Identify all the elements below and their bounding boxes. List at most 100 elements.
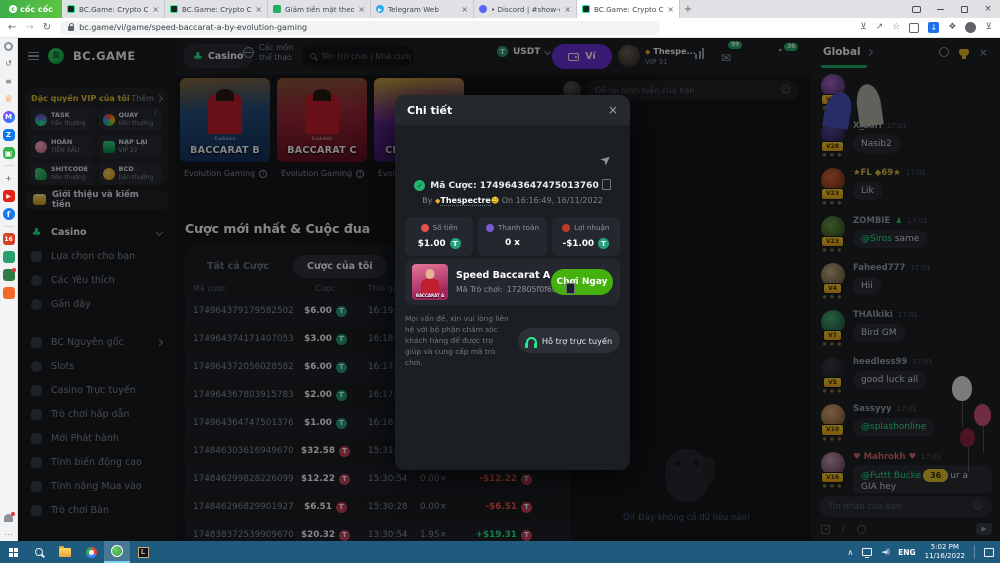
live-support-button[interactable]: Hỗ trợ trực tuyến [518, 328, 620, 353]
shopping-icon[interactable] [3, 287, 15, 299]
chrome-icon[interactable] [78, 541, 104, 563]
browser-tab[interactable]: BC.Game: Crypto Casino Gan× [165, 0, 268, 18]
usdt-coin-icon: T [450, 238, 461, 249]
close-modal-icon[interactable]: × [608, 103, 618, 117]
share-bet-icon[interactable]: ➤ [598, 151, 616, 170]
bet-author-row: By ◆Thespectre☻ On 16:16:49, 16/11/2022 [395, 196, 630, 205]
profit-icon [562, 224, 570, 232]
start-button[interactable] [0, 541, 26, 563]
new-tab-button[interactable]: + [680, 0, 696, 18]
network-icon[interactable] [862, 548, 872, 556]
coccoc-menu-button[interactable]: ccốc cốc [0, 0, 62, 18]
action-center-icon[interactable] [984, 548, 994, 557]
close-tab-icon[interactable]: × [564, 5, 571, 14]
bcgame-page: B BC.GAME Đặc quyền VIP của tôi Thêm TAS… [18, 38, 1000, 541]
hidden-icons-chevron[interactable]: ∧ [847, 548, 853, 557]
browser-tab-active[interactable]: BC.Game: Crypto Casino Gan× [577, 0, 680, 18]
youtube-icon[interactable]: ▶ [3, 190, 15, 202]
add-shortcut-icon[interactable]: + [3, 172, 15, 184]
minimize-button[interactable] [928, 0, 952, 18]
browser-tab[interactable]: • Discord | #show-off-you× [474, 0, 577, 18]
history-icon[interactable]: ↺ [3, 57, 15, 69]
maximize-button[interactable] [952, 0, 976, 18]
close-tab-icon[interactable]: × [152, 5, 159, 14]
reading-list-icon[interactable]: ≡ [3, 75, 15, 87]
play-now-button[interactable]: Chơi Ngay [551, 269, 613, 295]
close-window-button[interactable]: × [976, 0, 1000, 18]
calendar-icon[interactable]: 16 [3, 233, 15, 245]
bcgame-favicon [170, 5, 178, 13]
profile-avatar-icon[interactable] [965, 22, 976, 33]
modal-title: Chi tiết [407, 104, 452, 117]
messenger-icon[interactable]: M [3, 111, 15, 123]
coccoc-taskbar-icon[interactable] [104, 541, 130, 563]
divider [4, 165, 14, 166]
address-bar-icons: ⊻ ↗ ☆ ↓ ❖ ⊻ [860, 22, 992, 33]
bookmark-star-icon[interactable]: ☆ [892, 23, 900, 32]
headset-icon [526, 337, 537, 345]
download-manager-icon[interactable]: ↓ [928, 22, 939, 33]
bet-details-modal: Chi tiết × ➤ ✓ Mã Cược: 1749643647475013… [395, 95, 630, 470]
system-tray: ∧ ◄)) ENG 5:02 PM11/16/2022 [847, 543, 1000, 561]
bet-id-row: ✓ Mã Cược: 1749643647475013760 [395, 180, 630, 191]
facebook-icon[interactable]: f [3, 208, 15, 220]
discord-favicon [479, 5, 487, 13]
author-link[interactable]: Thespectre [440, 196, 490, 206]
taskbar-search-icon[interactable] [26, 541, 52, 563]
support-note: Mọi vấn đề, xin vui lòng liên hệ với bộ … [405, 313, 510, 369]
browser-tab[interactable]: Giảm tiền mặt theo tiến hóa!× [268, 0, 371, 18]
save-page-icon[interactable]: ⊻ [860, 23, 867, 32]
reload-button[interactable]: ↻ [43, 23, 51, 33]
bet-stats: Số tiền $1.00T Thanh toán 0 x Lợi nhuận … [405, 217, 620, 256]
extension-icon[interactable]: ❖ [948, 23, 956, 32]
adblock-icon[interactable] [909, 23, 919, 33]
taskbar-clock[interactable]: 5:02 PM11/16/2022 [925, 543, 965, 561]
file-explorer-icon[interactable] [52, 541, 78, 563]
settings-icon[interactable] [4, 42, 13, 51]
browser-tabstrip: ccốc cốc BC.Game: Crypto Casino Gan× BC.… [0, 0, 1000, 18]
back-button[interactable]: ← [8, 23, 16, 33]
game-id-row: Mã Trò chơi:172805f0f6c... [456, 285, 543, 294]
browser-tab[interactable]: BC.Game: Crypto Casino Gan× [62, 0, 165, 18]
game-thumbnail-baccarat-a[interactable]: BACCARAT A [412, 264, 448, 300]
modal-header: Chi tiết × [395, 95, 630, 125]
close-tab-icon[interactable]: × [358, 5, 365, 14]
copy-icon[interactable] [604, 181, 611, 190]
game-name[interactable]: Speed Baccarat A [456, 270, 543, 281]
education-app-icon[interactable] [3, 269, 15, 281]
copy-icon[interactable] [568, 285, 575, 294]
address-bar: ← → ↻ bc.game/vi/game/speed-baccarat-a-b… [0, 18, 1000, 38]
close-tab-icon[interactable]: × [667, 5, 674, 14]
amount-icon [421, 224, 429, 232]
lock-icon [68, 26, 74, 31]
downloads-icon[interactable]: ⊻ [985, 23, 992, 32]
zalo-icon[interactable]: Z [3, 129, 15, 141]
url-text[interactable]: bc.game/vi/game/speed-baccarat-a-by-evol… [79, 23, 307, 32]
forward-button[interactable]: → [25, 23, 33, 33]
close-tab-icon[interactable]: × [255, 5, 262, 14]
language-indicator[interactable]: ENG [898, 548, 916, 557]
games-icon[interactable]: ▣ [3, 147, 15, 159]
bcgame-favicon [582, 5, 590, 13]
smiley-emoji-icon: ☻ [491, 196, 499, 205]
close-tab-icon[interactable]: × [461, 5, 468, 14]
bcgame-favicon [67, 5, 75, 13]
telegram-favicon [376, 5, 384, 13]
site-favicon [273, 5, 281, 13]
url-box[interactable]: bc.game/vi/game/speed-baccarat-a-by-evol… [60, 21, 660, 35]
support-row: Mọi vấn đề, xin vui lòng liên hệ với bộ … [405, 313, 620, 369]
notifications-bell-icon[interactable] [4, 514, 13, 522]
league-of-legends-icon[interactable]: L [130, 541, 156, 563]
screen: ccốc cốc BC.Game: Crypto Casino Gan× BC.… [0, 0, 1000, 563]
volume-icon[interactable]: ◄)) [881, 548, 889, 556]
more-options-icon[interactable]: … [5, 528, 13, 537]
crown-rewards-icon[interactable]: ♕ [3, 93, 15, 105]
coccoc-logo-icon: c [9, 5, 17, 13]
tab-search-icon[interactable] [904, 0, 928, 18]
browser-tab[interactable]: Telegram Web× [371, 0, 474, 18]
payment-app-icon[interactable] [3, 251, 15, 263]
share-icon[interactable]: ↗ [876, 23, 884, 32]
stat-profit: Lợi nhuận -$1.00T [552, 217, 620, 256]
verified-check-icon: ✓ [414, 180, 425, 191]
stat-amount: Số tiền $1.00T [405, 217, 473, 256]
